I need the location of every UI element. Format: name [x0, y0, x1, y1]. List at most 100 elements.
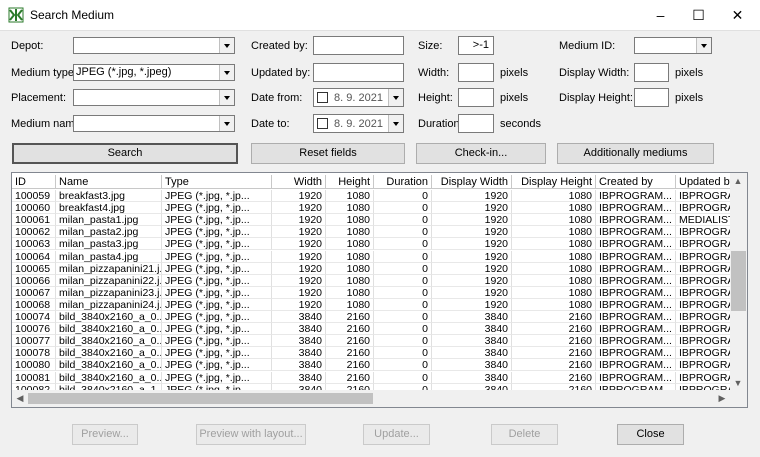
column-header[interactable]: ID	[12, 175, 56, 189]
table-cell: IBPROGRAM...	[596, 226, 676, 239]
horizontal-scroll-thumb[interactable]	[28, 393, 373, 404]
table-cell: 2160	[512, 347, 596, 360]
scroll-right-icon[interactable]: ▶	[714, 390, 730, 406]
width-unit: pixels	[500, 67, 529, 79]
date-from-checkbox[interactable]	[317, 92, 328, 103]
table-cell: 3840	[432, 311, 512, 323]
table-cell: JPEG (*.jpg, *.jp...	[162, 335, 272, 348]
table-cell: JPEG (*.jpg, *.jp...	[162, 347, 272, 360]
medium-type-label: Medium type:	[11, 67, 78, 79]
chevron-down-icon[interactable]	[388, 89, 403, 106]
table-cell: IBPROGRAM...	[596, 359, 676, 372]
results-table[interactable]: ID Name Type Width Height Duration Display Wid…	[11, 172, 748, 408]
medium-id-dropdown[interactable]	[634, 37, 712, 54]
additionally-mediums-button[interactable]: Additionally mediums	[557, 143, 714, 164]
scroll-up-icon[interactable]: ▲	[730, 173, 746, 189]
vertical-scroll-thumb[interactable]	[731, 251, 746, 311]
table-cell: 3840	[432, 347, 512, 360]
updated-by-label: Updated by:	[251, 67, 311, 79]
vertical-scrollbar[interactable]: ▲ ▼	[730, 173, 747, 391]
table-cell: 0	[374, 202, 432, 215]
date-from-picker[interactable]: 8. 9. 2021	[313, 88, 404, 107]
scroll-down-icon[interactable]: ▼	[730, 375, 746, 391]
close-window-button[interactable]: ✕	[715, 0, 760, 30]
display-height-input[interactable]	[634, 88, 669, 107]
chevron-down-icon[interactable]	[696, 38, 711, 53]
table-cell: bild_3840x2160_a_0...	[56, 371, 162, 384]
column-header[interactable]: Height	[326, 175, 374, 189]
medium-type-dropdown[interactable]: JPEG (*.jpg, *.jpeg)	[73, 64, 235, 81]
medium-name-dropdown[interactable]	[73, 115, 235, 132]
table-cell: 2160	[512, 335, 596, 348]
table-cell: 100081	[12, 371, 56, 384]
search-button[interactable]: Search	[12, 143, 238, 164]
column-header[interactable]: Type	[162, 175, 272, 189]
width-label: Width:	[418, 67, 450, 79]
table-cell: 1080	[326, 298, 374, 311]
table-cell: 0	[374, 311, 432, 323]
column-header[interactable]: Display Height	[512, 175, 596, 189]
table-cell: 100068	[12, 298, 56, 311]
table-cell: 1080	[326, 190, 374, 202]
table-cell: JPEG (*.jpg, *.jp...	[162, 190, 272, 202]
scroll-left-icon[interactable]: ◀	[12, 390, 28, 406]
chevron-down-icon[interactable]	[219, 116, 234, 131]
chevron-down-icon[interactable]	[388, 115, 403, 132]
column-header[interactable]: Duration	[374, 175, 432, 189]
depot-dropdown[interactable]	[73, 37, 235, 54]
column-header[interactable]: Name	[56, 175, 162, 189]
table-cell: 0	[374, 323, 432, 336]
column-header[interactable]: Created by	[596, 175, 676, 189]
table-cell: JPEG (*.jpg, *.jp...	[162, 274, 272, 287]
horizontal-scrollbar[interactable]: ◀ ▶	[12, 390, 730, 407]
chevron-down-icon[interactable]	[219, 38, 234, 53]
table-cell: 3840	[272, 335, 326, 348]
table-cell: milan_pasta1.jpg	[56, 214, 162, 227]
table-cell: milan_pasta2.jpg	[56, 226, 162, 239]
date-to-checkbox[interactable]	[317, 118, 328, 129]
width-input[interactable]	[458, 63, 494, 82]
table-cell: 2160	[512, 323, 596, 336]
table-cell: 0	[374, 274, 432, 287]
preview-with-layout-button[interactable]: Preview with layout...	[196, 424, 306, 445]
table-cell: JPEG (*.jpg, *.jp...	[162, 359, 272, 372]
table-cell: 2160	[512, 311, 596, 323]
size-input[interactable]: >-1	[458, 36, 494, 55]
delete-button[interactable]: Delete	[491, 424, 558, 445]
table-cell: 1080	[326, 286, 374, 299]
table-cell: 1080	[326, 202, 374, 215]
display-width-input[interactable]	[634, 63, 669, 82]
table-cell: 100076	[12, 323, 56, 336]
date-to-picker[interactable]: 8. 9. 2021	[313, 114, 404, 133]
table-cell: 2160	[326, 347, 374, 360]
table-cell: breakfast4.jpg	[56, 202, 162, 215]
table-cell: 100061	[12, 214, 56, 227]
medium-id-label: Medium ID:	[559, 40, 616, 52]
table-cell: 1920	[432, 238, 512, 251]
chevron-down-icon[interactable]	[219, 90, 234, 105]
table-cell: 100080	[12, 359, 56, 372]
close-button[interactable]: Close	[617, 424, 684, 445]
created-by-input[interactable]	[313, 36, 404, 55]
column-header[interactable]: Width	[272, 175, 326, 189]
table-cell: 1920	[272, 238, 326, 251]
update-button[interactable]: Update...	[363, 424, 430, 445]
chevron-down-icon[interactable]	[219, 65, 234, 80]
table-cell: bild_3840x2160_a_0...	[56, 335, 162, 348]
reset-fields-button[interactable]: Reset fields	[251, 143, 405, 164]
table-cell: JPEG (*.jpg, *.jp...	[162, 238, 272, 251]
table-cell: 3840	[432, 323, 512, 336]
table-cell: IBPROGRAM...	[596, 250, 676, 263]
table-cell: 1920	[432, 274, 512, 287]
table-cell: bild_3840x2160_a_0...	[56, 311, 162, 323]
updated-by-input[interactable]	[313, 63, 404, 82]
placement-dropdown[interactable]	[73, 89, 235, 106]
table-cell: 1920	[272, 298, 326, 311]
duration-input[interactable]	[458, 114, 494, 133]
table-cell: 100060	[12, 202, 56, 215]
check-in-button[interactable]: Check-in...	[416, 143, 546, 164]
column-header[interactable]: Display Width	[432, 175, 512, 189]
table-cell: 2160	[512, 359, 596, 372]
height-input[interactable]	[458, 88, 494, 107]
preview-button[interactable]: Preview...	[72, 424, 138, 445]
